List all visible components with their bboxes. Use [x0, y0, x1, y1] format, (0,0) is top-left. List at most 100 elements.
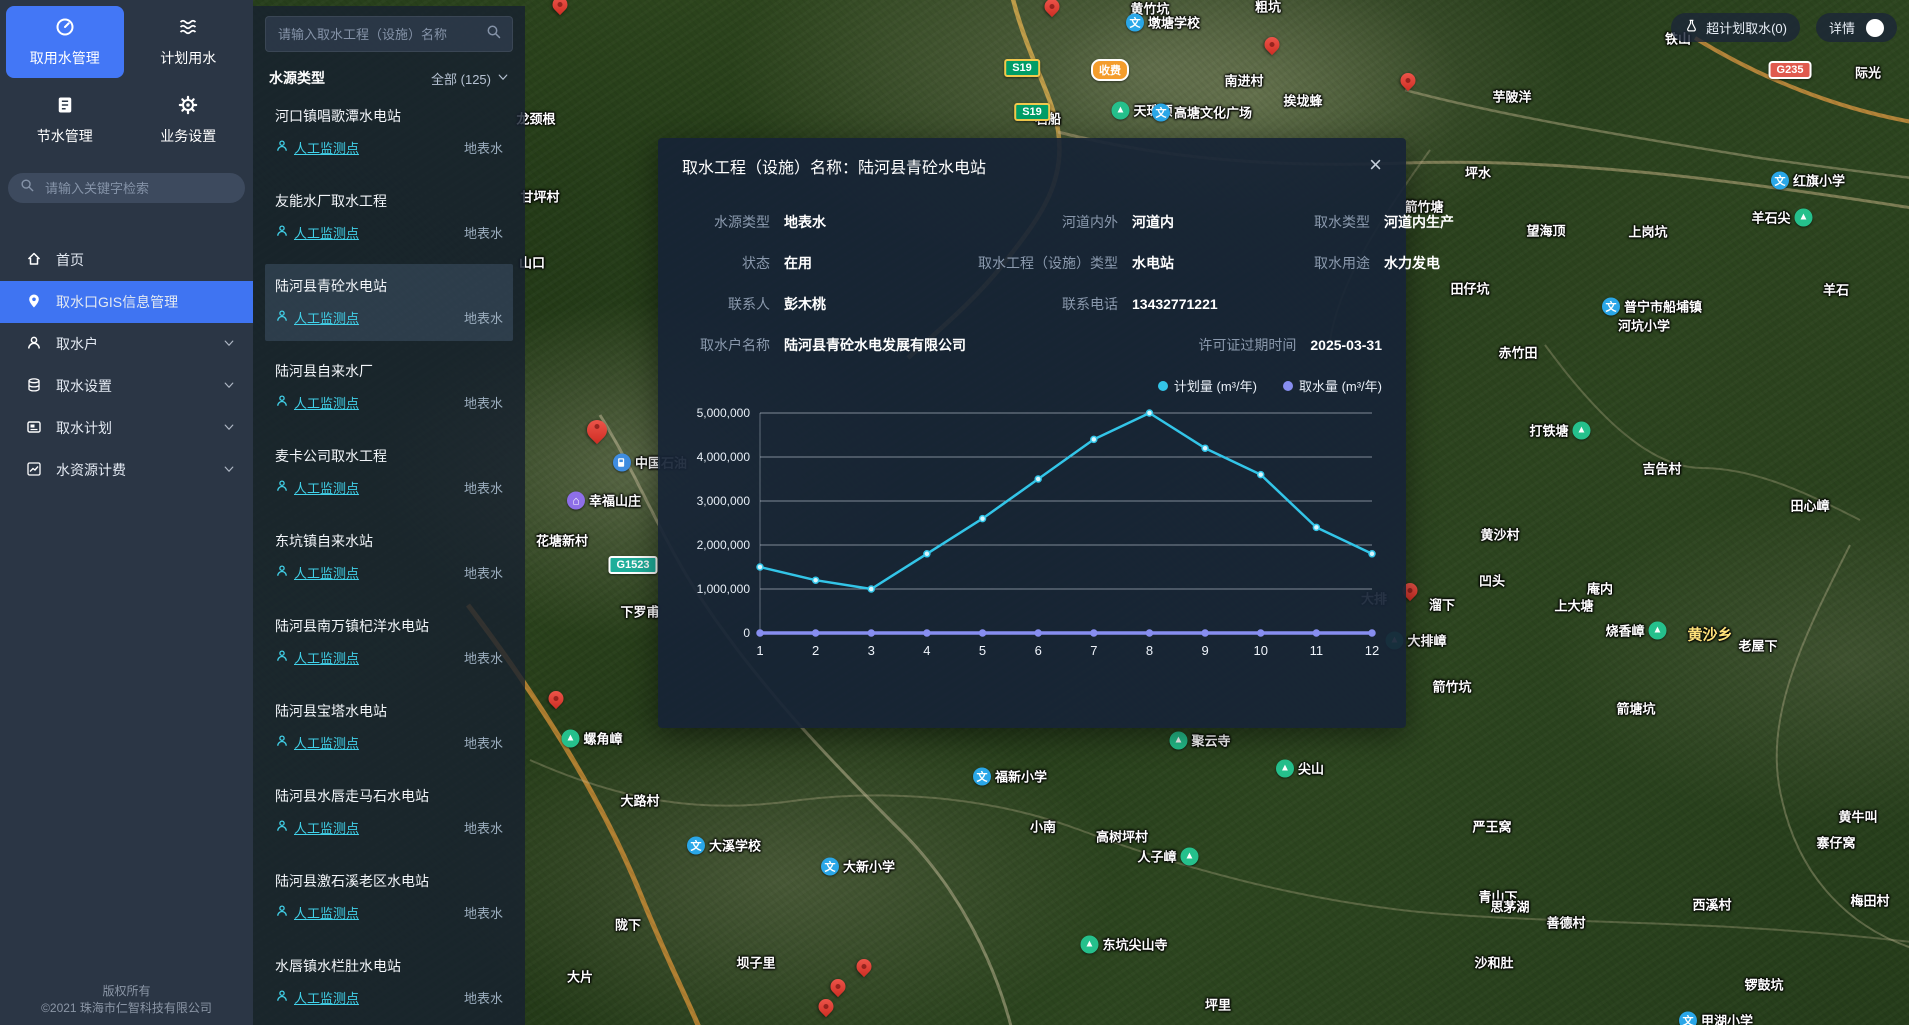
monitor-point-link[interactable]: 人工监测点 — [275, 308, 359, 327]
sidebar-item-取水口GIS信息管理[interactable]: 取水口GIS信息管理 — [0, 281, 253, 323]
station-list-item[interactable]: 河口镇唱歌潭水电站人工监测点地表水 — [265, 94, 513, 171]
sidebar-item-首页[interactable]: 首页 — [0, 239, 253, 281]
search-icon — [20, 178, 35, 198]
station-list-item[interactable]: 友能水厂取水工程人工监测点地表水 — [265, 179, 513, 256]
modal-field-row: 联系人彭木桃联系电话13432771221 — [682, 294, 1382, 314]
svg-text:6: 6 — [1035, 643, 1042, 658]
station-name: 陆河县南万镇杞洋水电站 — [275, 616, 503, 636]
filter-dropdown[interactable]: 全部 (125) — [431, 69, 509, 88]
monitor-point-link[interactable]: 人工监测点 — [275, 818, 359, 837]
svg-text:5: 5 — [979, 643, 986, 658]
map-label-羊石尖: 羊石尖▲ — [1751, 208, 1812, 227]
monitor-point-label: 人工监测点 — [294, 903, 359, 922]
sidebar-item-label: 取水口GIS信息管理 — [56, 292, 178, 312]
person-icon — [275, 904, 289, 921]
station-list-item[interactable]: 陆河县激石溪老区水电站人工监测点地表水 — [265, 859, 513, 936]
station-list-item[interactable]: 水唇镇水栏肚水电站人工监测点地表水 — [265, 944, 513, 1021]
over-plan-button[interactable]: 超计划取水(0) — [1671, 13, 1800, 42]
monitor-point-link[interactable]: 人工监测点 — [275, 903, 359, 922]
monitor-point-label: 人工监测点 — [294, 988, 359, 1007]
copyright-line1: 版权所有 — [0, 983, 253, 1000]
map-label-坪水: 坪水 — [1465, 163, 1491, 182]
station-list-item[interactable]: 麦卡公司取水工程人工监测点地表水 — [265, 434, 513, 511]
station-list-item[interactable]: 东坑镇自来水站人工监测点地表水 — [265, 519, 513, 596]
map-label-老屋下: 老屋下 — [1738, 636, 1777, 655]
monitor-point-link[interactable]: 人工监测点 — [275, 988, 359, 1007]
map-label-大片: 大片 — [567, 967, 593, 986]
sidebar-item-取水户[interactable]: 取水户 — [0, 323, 253, 365]
field-value: 彭木桃 — [784, 294, 912, 314]
map-label-螺角嶂: ▲螺角嶂 — [561, 729, 622, 748]
water-source-type: 地表水 — [464, 563, 503, 582]
legend-item[interactable]: 取水量 (m³/年) — [1283, 376, 1382, 395]
station-list-item[interactable]: 陆河县宝塔水电站人工监测点地表水 — [265, 689, 513, 766]
field-label: 河道内外 — [922, 212, 1118, 232]
module-tile-计划用水[interactable]: 计划用水 — [130, 6, 248, 78]
copyright-line2: ©2021 珠海市仁智科技有限公司 — [0, 1000, 253, 1017]
monitor-point-link[interactable]: 人工监测点 — [275, 478, 359, 497]
toggle-knob[interactable] — [1866, 19, 1884, 37]
map-label-text: 人子嶂 — [1137, 847, 1176, 866]
monitor-point-link[interactable]: 人工监测点 — [275, 223, 359, 242]
monitor-point-link[interactable]: 人工监测点 — [275, 733, 359, 752]
sidebar-item-取水计划[interactable]: 取水计划 — [0, 407, 253, 449]
water-source-type: 地表水 — [464, 478, 503, 497]
map-label-大溪学校: 文大溪学校 — [687, 836, 761, 855]
station-search-input[interactable] — [276, 26, 486, 43]
map-label-text: 福新小学 — [995, 767, 1047, 786]
map-label-text: 花塘新村 — [536, 531, 588, 550]
road-badge-G1523: G1523 — [608, 556, 657, 574]
monitor-point-link[interactable]: 人工监测点 — [275, 648, 359, 667]
mtn-icon: ▲ — [1649, 621, 1667, 639]
station-subrow: 人工监测点地表水 — [275, 648, 503, 667]
field-label: 取水类型 — [1274, 212, 1370, 232]
station-name: 陆河县水唇走马石水电站 — [275, 786, 503, 806]
map-label-赤竹田: 赤竹田 — [1498, 343, 1537, 362]
fuel-icon — [613, 453, 631, 471]
station-name: 友能水厂取水工程 — [275, 191, 503, 211]
user-icon — [26, 335, 42, 354]
mtn-icon: ▲ — [1181, 847, 1199, 865]
chart-legend: 计划量 (m³/年) 取水量 (m³/年) — [682, 376, 1382, 395]
station-list-item[interactable]: 陆河县水唇走马石水电站人工监测点地表水 — [265, 774, 513, 851]
monitor-point-link[interactable]: 人工监测点 — [275, 393, 359, 412]
station-list-item[interactable]: 陆河县自来水厂人工监测点地表水 — [265, 349, 513, 426]
map-label-田仔坑: 田仔坑 — [1450, 279, 1489, 298]
module-tile-节水管理[interactable]: 节水管理 — [6, 84, 124, 156]
water-source-type: 地表水 — [464, 393, 503, 412]
map-label-花塘新村: 花塘新村 — [536, 531, 588, 550]
map-label-text: 东坑尖山寺 — [1102, 935, 1167, 954]
monitor-point-link[interactable]: 人工监测点 — [275, 563, 359, 582]
station-list-item[interactable]: 陆河县青砼水电站人工监测点地表水 — [265, 264, 513, 341]
svg-text:5,000,000: 5,000,000 — [697, 406, 751, 420]
map-label-上大塘: 上大塘 — [1554, 596, 1593, 615]
detail-toggle[interactable]: 详情 — [1816, 13, 1897, 42]
monitor-point-link[interactable]: 人工监测点 — [275, 138, 359, 157]
station-search[interactable] — [265, 16, 513, 52]
sidebar-search[interactable] — [8, 173, 245, 203]
map-label-text: 大新小学 — [843, 857, 895, 876]
station-filter-row: 水源类型 全部 (125) — [269, 68, 509, 88]
module-tile-取用水管理[interactable]: 取用水管理 — [6, 6, 124, 78]
waves-icon — [178, 17, 198, 40]
legend-item[interactable]: 计划量 (m³/年) — [1158, 376, 1257, 395]
module-tile-业务设置[interactable]: 业务设置 — [130, 84, 248, 156]
map-label-text: 甲湖小学 — [1701, 1011, 1753, 1025]
sidebar-item-水资源计费[interactable]: 水资源计费 — [0, 449, 253, 491]
map-label-text: 思茅湖 — [1490, 897, 1529, 916]
sidebar-item-取水设置[interactable]: 取水设置 — [0, 365, 253, 407]
monitor-point-label: 人工监测点 — [294, 138, 359, 157]
station-name: 陆河县青砼水电站 — [275, 276, 503, 296]
sidebar-item-label: 水资源计费 — [56, 460, 126, 480]
station-list-item[interactable]: 陆河县南万镇杞洋水电站人工监测点地表水 — [265, 604, 513, 681]
map-label-聚云寺: ▲聚云寺 — [1169, 731, 1230, 750]
map-label-箭塘坑: 箭塘坑 — [1616, 699, 1655, 718]
map-label-凹头: 凹头 — [1479, 571, 1505, 590]
map-label-锣鼓坑: 锣鼓坑 — [1744, 975, 1783, 994]
map-label-text: 羊石尖 — [1751, 208, 1790, 227]
pin-icon — [26, 293, 42, 312]
sidebar-search-input[interactable] — [43, 180, 233, 197]
close-icon[interactable]: × — [1369, 154, 1382, 176]
svg-text:0: 0 — [743, 626, 750, 640]
map-label-text: 梅田村 — [1850, 891, 1889, 910]
